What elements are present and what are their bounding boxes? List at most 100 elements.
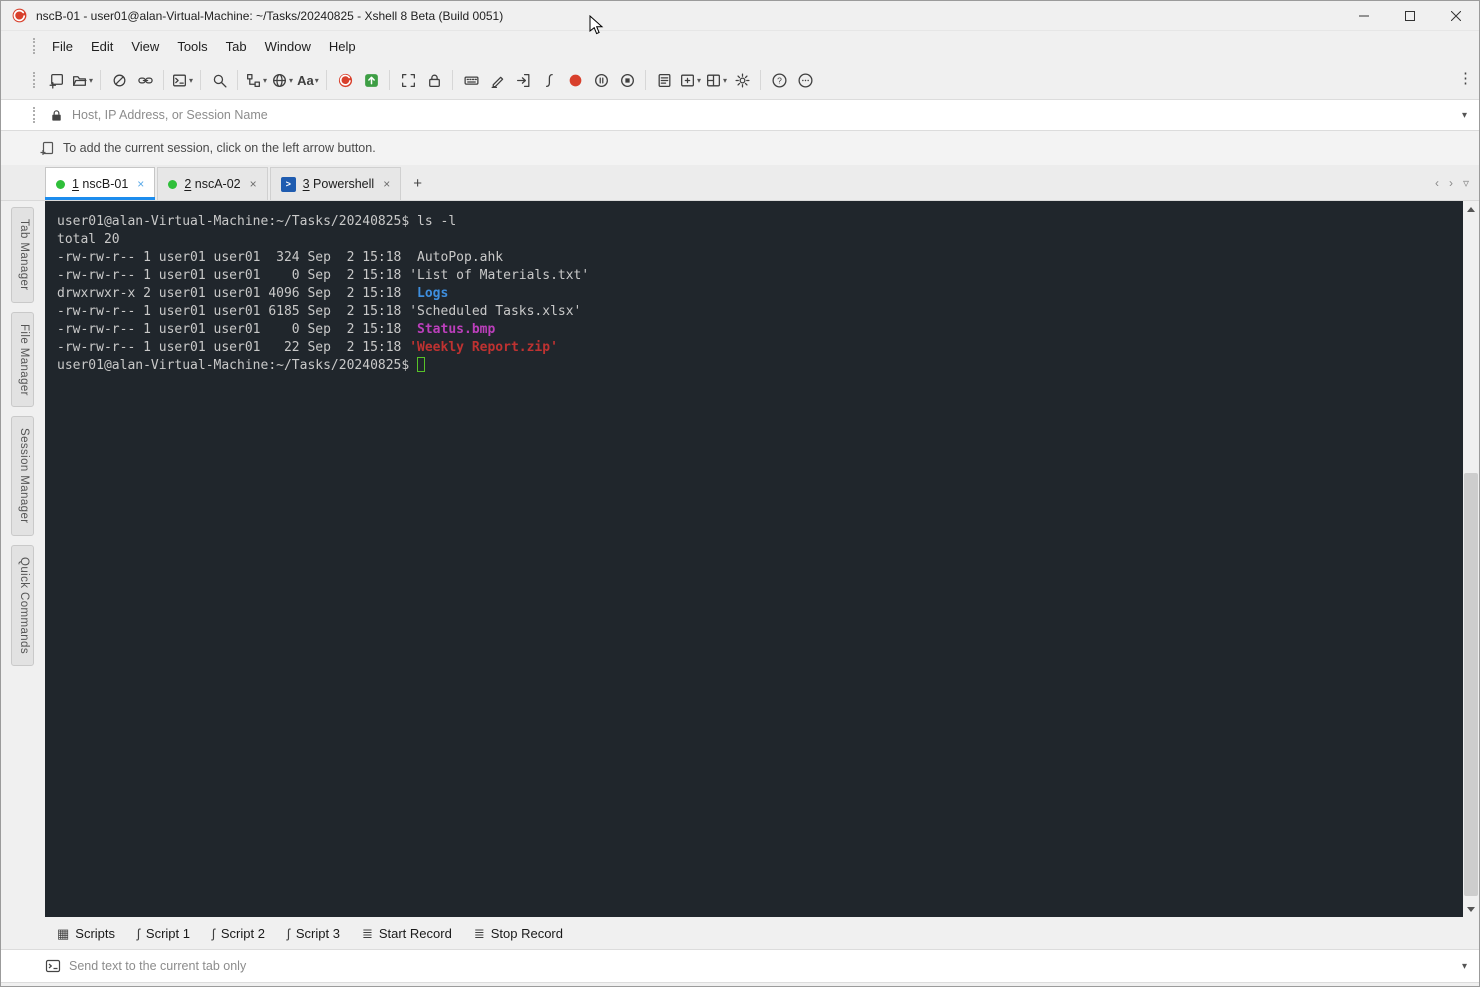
send-terminal-icon <box>45 958 61 974</box>
dropdown-caret-icon[interactable]: ▾ <box>289 76 293 85</box>
tab-list-dropdown-icon[interactable]: ▿ <box>1463 176 1469 190</box>
tab-scroll-left-icon[interactable]: ‹ <box>1435 176 1439 190</box>
dropdown-caret-icon[interactable]: ▾ <box>723 76 727 85</box>
new-session-button[interactable] <box>44 67 68 93</box>
address-dropdown-caret-icon[interactable]: ▾ <box>1462 110 1467 121</box>
reconnect-button[interactable] <box>133 67 157 93</box>
reconnect-link-icon <box>137 72 154 89</box>
toolbar-separator <box>200 70 201 90</box>
panel-tab-tab-manager[interactable]: Tab Manager <box>11 207 34 303</box>
start-record-button[interactable]: ≣Start Record <box>354 922 460 945</box>
session-tree-icon <box>245 72 262 89</box>
lock-screen-button[interactable] <box>422 67 446 93</box>
highlighter-icon <box>489 72 506 89</box>
menu-item-window[interactable]: Window <box>256 34 320 59</box>
send-text-input[interactable] <box>69 959 1450 973</box>
options-button[interactable] <box>730 67 754 93</box>
scrollbar-thumb[interactable] <box>1464 473 1478 895</box>
help-icon: ? <box>771 72 788 89</box>
font-button[interactable]: Aa ▾ <box>296 67 320 93</box>
terminal-cursor <box>417 357 425 372</box>
send-bar: ▾ <box>1 949 1479 983</box>
panel-tab-file-manager[interactable]: File Manager <box>11 312 34 408</box>
scroll-up-button[interactable] <box>1463 201 1479 217</box>
panel-tab-session-manager[interactable]: Session Manager <box>11 416 34 536</box>
close-button[interactable] <box>1433 1 1479 31</box>
toolbar: ▾ ▾ ▾ ▾ Aa ▾ <box>1 61 1479 99</box>
tab-powershell[interactable]: >3 Powershell× <box>270 167 402 200</box>
address-drag-grip[interactable] <box>33 107 37 123</box>
tab-label: 3 Powershell <box>303 177 375 191</box>
help-button[interactable]: ? <box>767 67 791 93</box>
terminal-line: user01@alan-Virtual-Machine:~/Tasks/2024… <box>57 357 1451 375</box>
fullscreen-button[interactable] <box>396 67 420 93</box>
close-icon <box>1451 11 1461 21</box>
stop-record-button[interactable]: ≣Stop Record <box>466 922 571 945</box>
dropdown-caret-icon[interactable]: ▾ <box>89 76 93 85</box>
new-tab-button[interactable]: + <box>403 167 432 200</box>
open-sessions-button[interactable]: ▾ <box>70 67 94 93</box>
tab-label: 2 nscA-02 <box>184 177 240 191</box>
terminal-line: -rw-rw-r-- 1 user01 user01 324 Sep 2 15:… <box>57 249 1451 267</box>
logon-scripts-button[interactable] <box>511 67 535 93</box>
menu-item-view[interactable]: View <box>122 34 168 59</box>
menu-item-tab[interactable]: Tab <box>217 34 256 59</box>
menu-item-file[interactable]: File <box>43 34 82 59</box>
properties-button[interactable] <box>652 67 676 93</box>
compose-bar-button[interactable] <box>459 67 483 93</box>
terminal[interactable]: user01@alan-Virtual-Machine:~/Tasks/2024… <box>45 201 1463 917</box>
new-window-button[interactable]: ▾ <box>678 67 702 93</box>
tab-close-button[interactable]: × <box>250 177 257 191</box>
tab-nscb-01[interactable]: 1 nscB-01× <box>45 167 155 200</box>
svg-text:?: ? <box>777 75 782 85</box>
dropdown-caret-icon[interactable]: ▾ <box>263 76 267 85</box>
secure-lock-icon <box>49 108 64 123</box>
title-bar[interactable]: nscB-01 - user01@alan-Virtual-Machine: ~… <box>1 1 1479 31</box>
script-1-button[interactable]: ʃScript 1 <box>129 922 198 945</box>
scroll-down-button[interactable] <box>1463 901 1479 917</box>
panel-tab-quick-commands[interactable]: Quick Commands <box>11 545 34 666</box>
layout-button[interactable]: ▾ <box>704 67 728 93</box>
tab-close-button[interactable]: × <box>383 177 390 191</box>
menu-item-tools[interactable]: Tools <box>168 34 216 59</box>
web-browser-button[interactable]: ▾ <box>270 67 294 93</box>
script-3-button[interactable]: ʃScript 3 <box>279 922 348 945</box>
menu-drag-grip[interactable] <box>33 38 37 54</box>
terminal-line: -rw-rw-r-- 1 user01 user01 0 Sep 2 15:18… <box>57 321 1451 339</box>
xshell-button[interactable] <box>333 67 357 93</box>
find-button[interactable] <box>207 67 231 93</box>
terminal-line: drwxrwxr-x 2 user01 user01 4096 Sep 2 15… <box>57 285 1451 303</box>
scripts-button[interactable]: ▦Scripts <box>49 922 123 945</box>
tab-scroll-right-icon[interactable]: › <box>1449 176 1453 190</box>
host-address-input[interactable] <box>72 108 1450 122</box>
toolbar-drag-grip[interactable] <box>33 72 37 88</box>
pause-record-button[interactable] <box>589 67 613 93</box>
record-button[interactable] <box>563 67 587 93</box>
new-terminal-button[interactable]: ▾ <box>170 67 194 93</box>
session-tree-button[interactable]: ▾ <box>244 67 268 93</box>
menu-item-edit[interactable]: Edit <box>82 34 122 59</box>
script-button-label: Start Record <box>379 926 452 941</box>
dropdown-caret-icon[interactable]: ▾ <box>315 76 319 85</box>
toolbar-overflow-button[interactable]: ⋮ <box>1458 69 1473 87</box>
disconnect-button[interactable] <box>107 67 131 93</box>
about-button[interactable] <box>793 67 817 93</box>
open-folder-icon <box>71 72 88 89</box>
script-button[interactable] <box>537 67 561 93</box>
terminal-scrollbar[interactable] <box>1463 201 1479 917</box>
maximize-button[interactable] <box>1387 1 1433 31</box>
script-2-button[interactable]: ʃScript 2 <box>204 922 273 945</box>
info-message: To add the current session, click on the… <box>63 141 376 155</box>
dropdown-caret-icon[interactable]: ▾ <box>697 76 701 85</box>
minimize-button[interactable] <box>1341 1 1387 31</box>
tab-nsca-02[interactable]: 2 nscA-02 × <box>157 167 267 200</box>
send-dropdown-caret-icon[interactable]: ▾ <box>1462 961 1467 972</box>
stop-record-button[interactable] <box>615 67 639 93</box>
tab-close-button[interactable]: × <box>137 177 144 191</box>
menu-item-help[interactable]: Help <box>320 34 365 59</box>
stop-icon <box>619 72 636 89</box>
font-icon: Aa <box>297 73 314 88</box>
highlight-button[interactable] <box>485 67 509 93</box>
dropdown-caret-icon[interactable]: ▾ <box>189 76 193 85</box>
xftp-button[interactable] <box>359 67 383 93</box>
